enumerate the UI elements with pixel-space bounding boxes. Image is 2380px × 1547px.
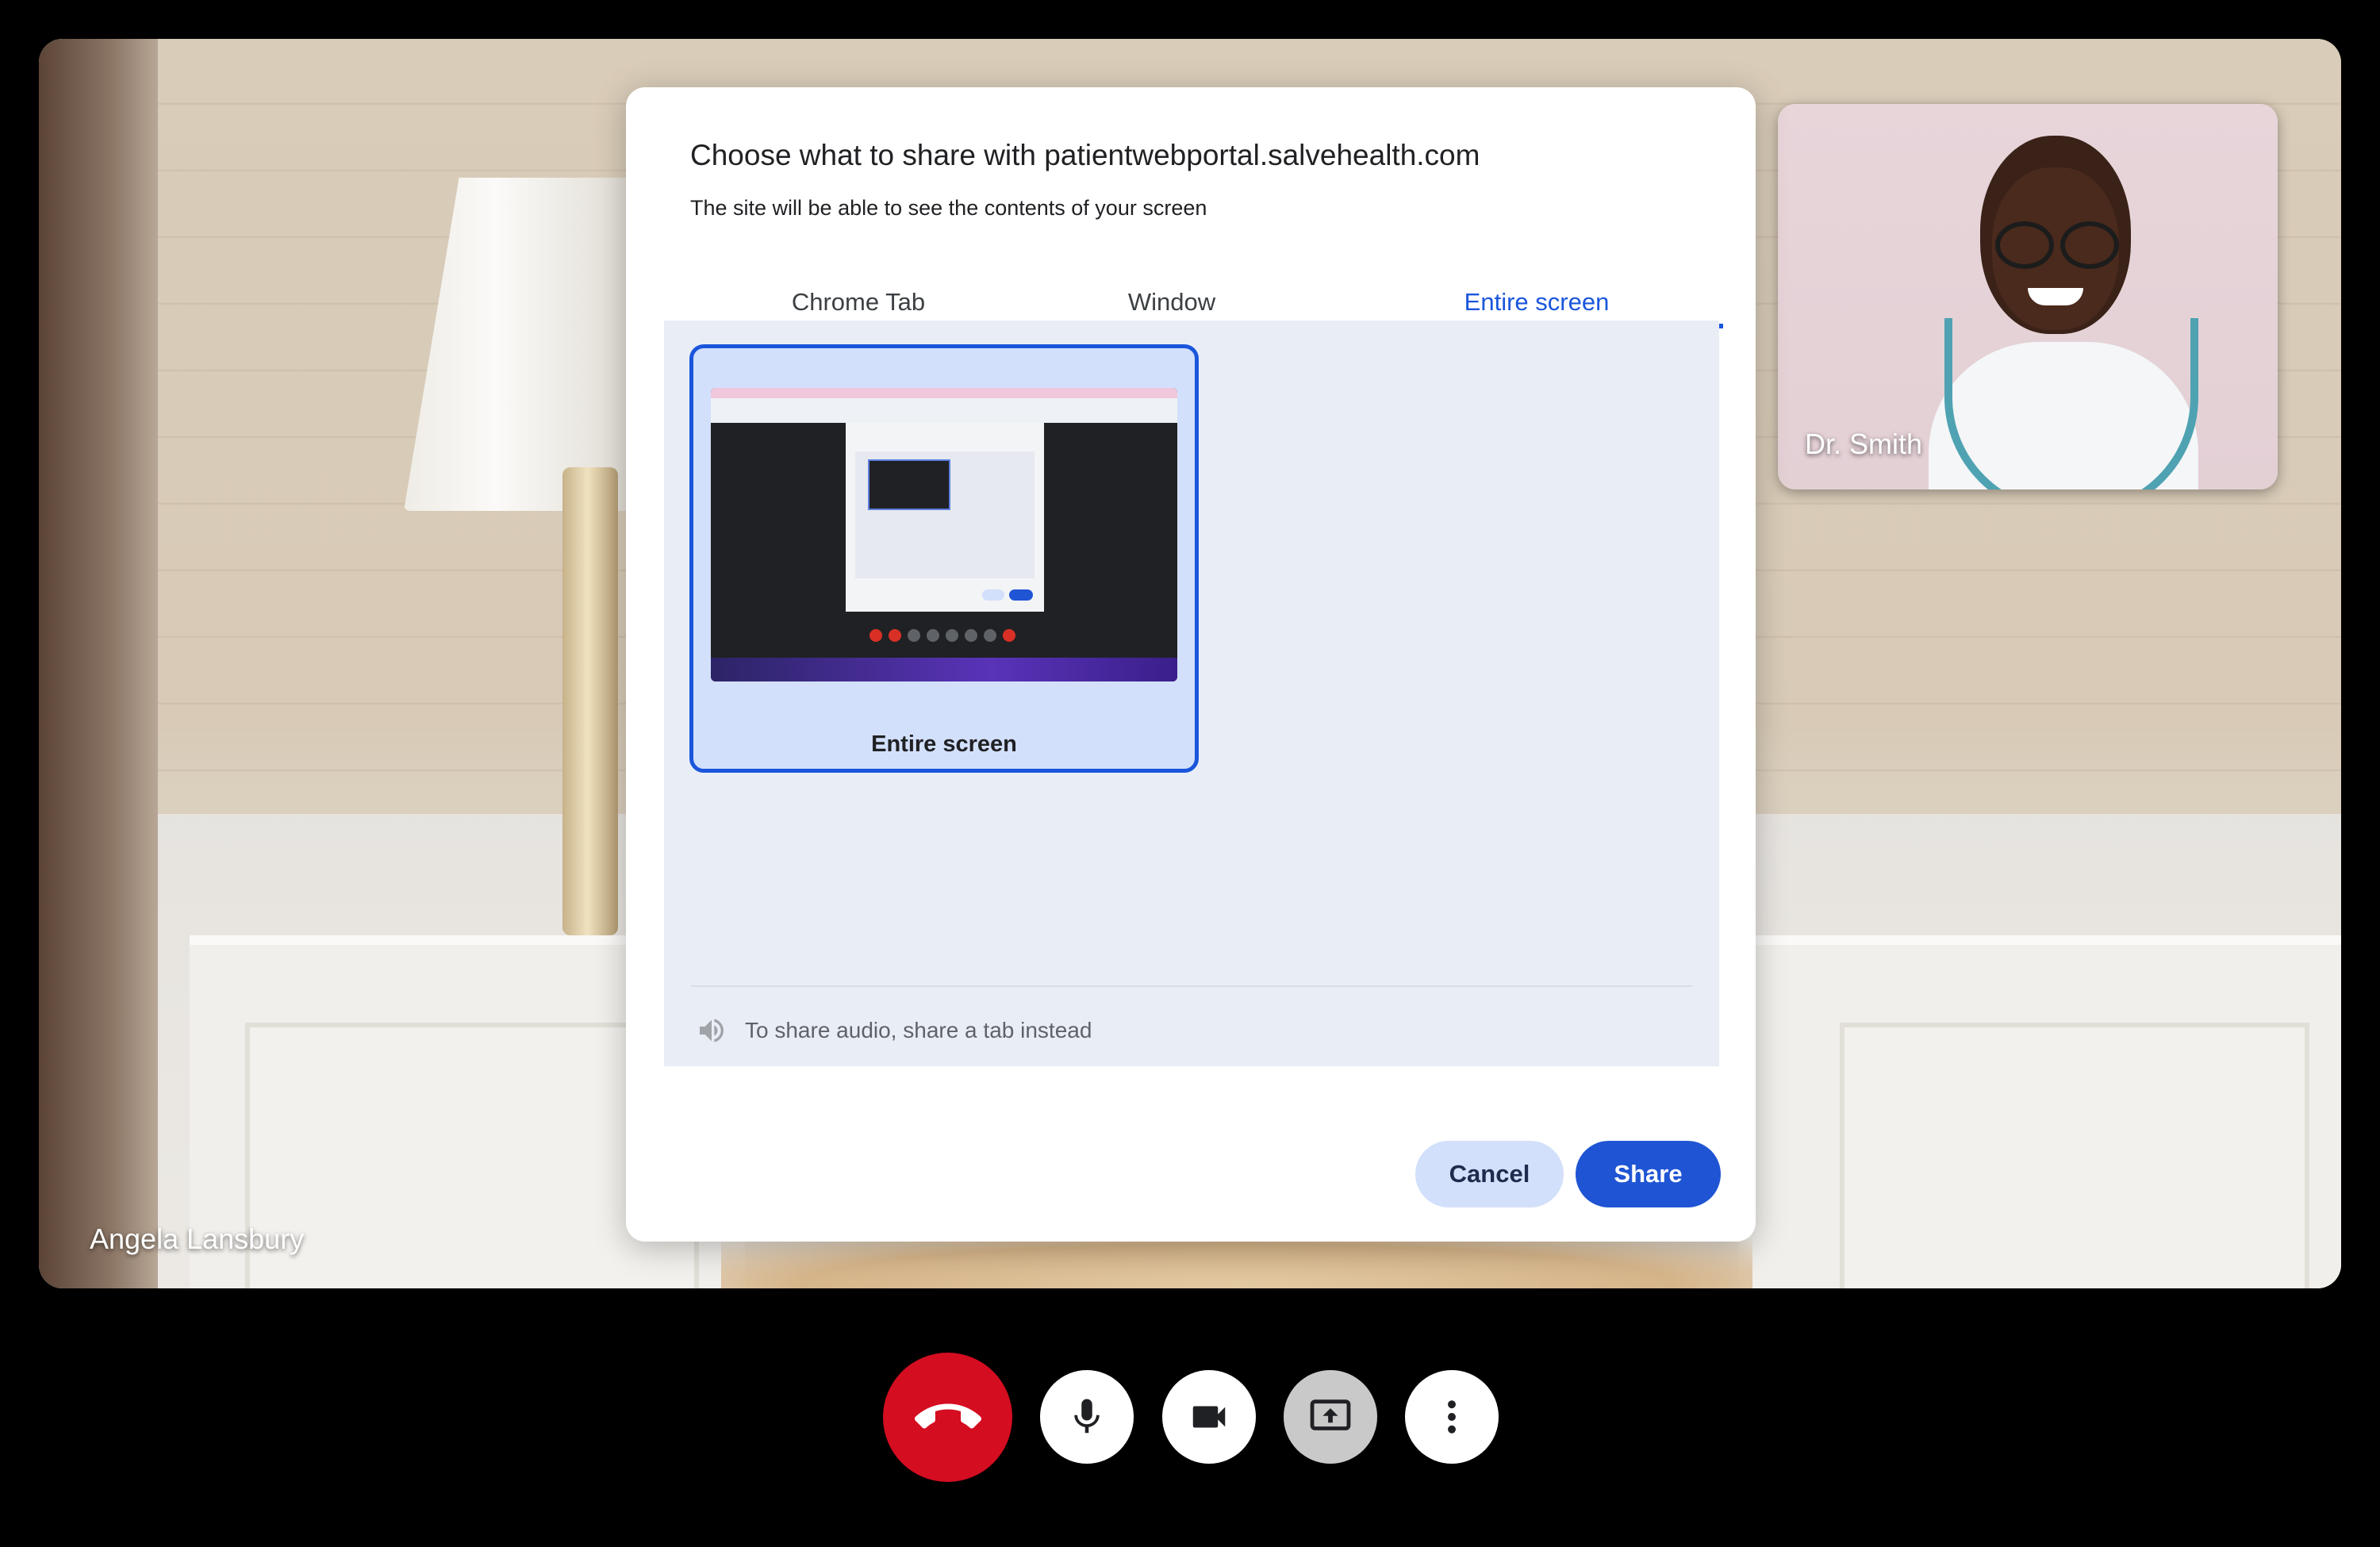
microphone-icon — [1074, 1399, 1100, 1434]
entire-screen-option-label: Entire screen — [871, 731, 1017, 757]
present-screen-icon — [1310, 1399, 1351, 1430]
share-screen-button[interactable] — [1284, 1370, 1377, 1464]
speaker-icon — [700, 1019, 724, 1042]
stethoscope — [1944, 318, 2198, 489]
phone-hangup-icon — [914, 1403, 981, 1429]
more-vertical-icon — [1448, 1400, 1456, 1434]
more-options-button[interactable] — [1405, 1370, 1499, 1464]
dialog-title: Choose what to share with patientwebport… — [690, 139, 1480, 171]
video-camera-icon — [1192, 1406, 1226, 1428]
dialog-subtitle: The site will be able to see the content… — [690, 196, 1207, 220]
background-lamp-base — [562, 467, 618, 935]
audio-note-text: To share audio, share a tab instead — [745, 1018, 1092, 1042]
self-view-tile[interactable]: Dr. Smith — [1778, 104, 2278, 489]
audio-note: To share audio, share a tab instead — [696, 1011, 1092, 1050]
screen-thumbnail — [711, 388, 1177, 681]
panel-divider — [691, 985, 1692, 987]
entire-screen-option[interactable]: Entire screen — [689, 344, 1199, 773]
background-door-frame — [39, 39, 158, 1288]
doctor-glasses — [1992, 221, 2119, 269]
background-cabinet-door-right — [1840, 1023, 2309, 1288]
share-button[interactable]: Share — [1576, 1141, 1721, 1207]
share-screen-dialog: Choose what to share with patientwebport… — [626, 87, 1756, 1242]
share-source-panel: Entire screen To share audio, share a ta… — [664, 321, 1719, 1066]
microphone-button[interactable] — [1040, 1370, 1134, 1464]
main-participant-name: Angela Lansbury — [90, 1223, 305, 1255]
doctor-smile — [2028, 288, 2083, 305]
cancel-button[interactable]: Cancel — [1415, 1141, 1564, 1207]
camera-button[interactable] — [1162, 1370, 1256, 1464]
self-view-name: Dr. Smith — [1805, 428, 1923, 460]
participant-hair — [721, 1237, 1752, 1288]
end-call-button[interactable] — [883, 1353, 1012, 1482]
